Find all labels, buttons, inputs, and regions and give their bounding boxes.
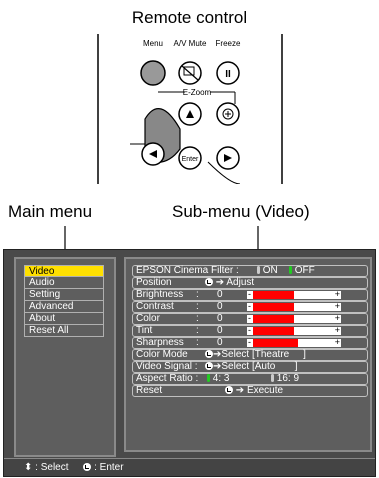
status-enter: : Enter — [94, 462, 124, 473]
slider-colon: : — [196, 301, 199, 312]
slider-colon: : — [196, 325, 199, 336]
ezoom-label: E-Zoom — [183, 88, 212, 97]
slider-value: 0 — [217, 325, 223, 336]
cinema-filter-off: OFF — [294, 265, 315, 276]
slider-row-contrast[interactable]: Contrast:0- + — [132, 301, 368, 313]
slider-label: Sharpness — [136, 337, 184, 348]
slider-bar[interactable]: - + — [247, 301, 341, 311]
menu-button-label: Menu — [143, 39, 163, 48]
freeze-button-label: Freeze — [216, 39, 241, 48]
reset-action: Execute — [246, 385, 284, 396]
color-mode-label: Color Mode — [136, 349, 188, 360]
position-row[interactable]: Position ➔ Adjust — [132, 277, 368, 289]
slider-fill — [253, 291, 294, 299]
slider-fill — [253, 327, 294, 335]
slider-label: Color — [136, 313, 160, 324]
aspect-ratio-opt1: 4: 3 — [212, 373, 230, 384]
reset-label: Reset — [136, 385, 163, 396]
av-mute-button-label: A/V Mute — [174, 39, 207, 48]
enter-icon — [205, 362, 213, 370]
status-bar: ⬍ : Select : Enter — [4, 458, 375, 476]
remote-control-illustration: Menu A/V Mute Freeze II E-Zoom Enter — [97, 34, 283, 184]
menu-button[interactable] — [140, 60, 166, 86]
video-signal-value: [Auto ] — [251, 361, 298, 372]
enter-icon — [205, 278, 213, 286]
aspect-ratio-opt2: 16: 9 — [276, 373, 300, 384]
slider-minus: - — [248, 301, 251, 311]
slider-fill — [253, 303, 294, 311]
slider-label: Brightness — [136, 289, 184, 300]
video-signal-label: Video Signal : — [136, 361, 198, 372]
main-menu-item-setting[interactable]: Setting — [24, 289, 104, 301]
slider-label: Contrast — [136, 301, 174, 312]
slider-fill — [253, 339, 298, 347]
slider-minus: - — [248, 289, 251, 299]
up-down-arrow-icon: ⬍ — [24, 462, 33, 473]
enter-icon — [205, 350, 213, 358]
radio-off-selected-icon[interactable] — [289, 266, 292, 274]
aspect-ratio-row[interactable]: Aspect Ratio : 4: 3 16: 9 — [132, 373, 368, 385]
enter-button-label: Enter — [182, 156, 199, 163]
slider-fill — [253, 315, 294, 323]
slider-plus: + — [334, 289, 340, 299]
slider-value: 0 — [217, 313, 223, 324]
enter-icon — [225, 386, 233, 394]
sub-menu-caption: Sub-menu (Video) — [172, 202, 310, 221]
radio-16-9-icon[interactable] — [271, 374, 274, 382]
main-menu-item-advanced[interactable]: Advanced — [24, 301, 104, 313]
slider-row-tint[interactable]: Tint:0- + — [132, 325, 368, 337]
main-menu-item-reset-all[interactable]: Reset All — [24, 325, 104, 337]
slider-plus: + — [334, 325, 340, 335]
slider-bar[interactable]: - + — [247, 325, 341, 335]
pause-icon: II — [225, 69, 231, 80]
slider-plus: + — [334, 313, 340, 323]
main-menu: Video Audio Setting Advanced About Reset… — [14, 257, 116, 457]
cinema-filter-on: ON — [262, 265, 278, 276]
slider-minus: - — [248, 337, 251, 347]
slider-minus: - — [248, 313, 251, 323]
position-label: Position — [136, 277, 172, 288]
color-mode-value: [Theatre ] — [251, 349, 306, 360]
slider-minus: - — [248, 325, 251, 335]
slider-bar[interactable]: - + — [247, 313, 341, 323]
slider-row-sharpness[interactable]: Sharpness:0- + — [132, 337, 368, 349]
cinema-filter-row[interactable]: EPSON Cinema Filter : ON OFF — [132, 265, 368, 277]
video-signal-action: Select — [221, 361, 250, 372]
slider-value: 0 — [217, 289, 223, 300]
slider-plus: + — [334, 301, 340, 311]
slider-bar[interactable]: - + — [247, 337, 341, 347]
caption-leader-lines — [64, 226, 259, 252]
projector-menu-screen: Video Audio Setting Advanced About Reset… — [3, 249, 376, 477]
video-sub-menu: EPSON Cinema Filter : ON OFF Position ➔ … — [124, 257, 372, 452]
main-menu-item-about[interactable]: About — [24, 313, 104, 325]
slider-plus: + — [334, 337, 340, 347]
cinema-filter-label: EPSON Cinema Filter : — [136, 265, 239, 276]
slider-row-brightness[interactable]: Brightness:0- + — [132, 289, 368, 301]
color-mode-action: Select — [221, 349, 250, 360]
video-signal-row[interactable]: Video Signal : ➔Select [Auto ] — [132, 361, 368, 373]
enter-icon — [83, 463, 92, 471]
slider-colon: : — [196, 289, 199, 300]
slider-colon: : — [196, 337, 199, 348]
main-menu-caption: Main menu — [8, 202, 93, 221]
status-select: : Select — [35, 462, 69, 473]
slider-value: 0 — [217, 337, 223, 348]
slider-colon: : — [196, 313, 199, 324]
aspect-ratio-label: Aspect Ratio : — [136, 373, 199, 384]
slider-value: 0 — [217, 301, 223, 312]
main-menu-item-video[interactable]: Video — [24, 265, 104, 277]
reset-row[interactable]: Reset ➔ Execute — [132, 385, 368, 397]
radio-4-3-selected-icon[interactable] — [207, 374, 210, 382]
remote-control-title: Remote control — [131, 8, 248, 27]
main-menu-item-audio[interactable]: Audio — [24, 277, 104, 289]
radio-on-icon[interactable] — [257, 266, 260, 274]
position-action: Adjust — [226, 277, 255, 288]
color-mode-row[interactable]: Color Mode ➔Select [Theatre ] — [132, 349, 368, 361]
slider-label: Tint — [136, 325, 153, 336]
slider-row-color[interactable]: Color:0- + — [132, 313, 368, 325]
slider-bar[interactable]: - + — [247, 289, 341, 299]
